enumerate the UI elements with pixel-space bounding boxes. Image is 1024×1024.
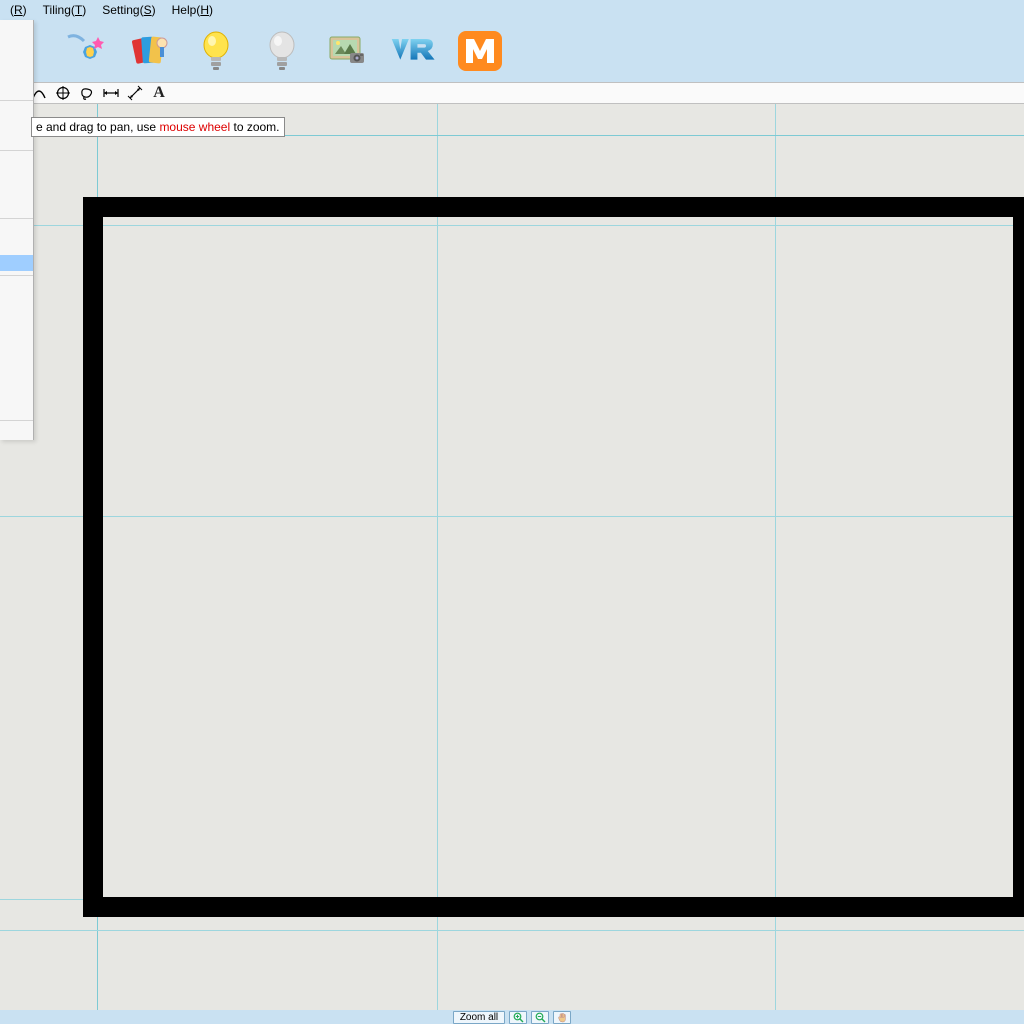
- m-logo-icon: [456, 29, 504, 73]
- vr-button[interactable]: [390, 27, 438, 75]
- shapes-toolbar: A: [0, 82, 1024, 104]
- zoom-out-button[interactable]: [531, 1011, 549, 1024]
- dimension-horizontal-icon: [102, 87, 120, 99]
- text-tool-button[interactable]: A: [150, 84, 168, 102]
- status-bar: Zoom all: [0, 1010, 1024, 1024]
- hint-prefix: e and drag to pan, use: [36, 120, 159, 134]
- grid-line-h: [0, 930, 1024, 931]
- magic-wand-button[interactable]: [60, 27, 108, 75]
- main-toolbar: [0, 20, 1024, 82]
- hand-icon: [557, 1012, 568, 1023]
- lasso-tool-button[interactable]: [78, 84, 96, 102]
- magic-wand-icon: [62, 31, 106, 71]
- menu-setting[interactable]: Setting(S): [94, 1, 163, 19]
- panel-divider: [0, 218, 33, 219]
- menu-help[interactable]: Help(H): [164, 1, 221, 19]
- dimension-h-button[interactable]: [102, 84, 120, 102]
- dimension-diag-button[interactable]: [126, 84, 144, 102]
- panel-divider: [0, 100, 33, 101]
- artboard-rectangle[interactable]: [83, 197, 1024, 917]
- vr-icon: [390, 31, 438, 71]
- panel-divider: [0, 150, 33, 151]
- circle-crosshair-button[interactable]: [54, 84, 72, 102]
- panel-divider: [0, 275, 33, 276]
- dimension-diagonal-icon: [127, 85, 143, 101]
- photo-frame-icon: [326, 31, 370, 71]
- lightbulb-yellow-icon: [196, 29, 236, 73]
- render-image-button[interactable]: [324, 27, 372, 75]
- palette-icon: [128, 31, 172, 71]
- lightbulb-grey-icon: [262, 29, 302, 73]
- menu-tiling[interactable]: Tiling(T): [35, 1, 95, 19]
- menu-r[interactable]: (R): [2, 1, 35, 19]
- zoom-in-button[interactable]: [509, 1011, 527, 1024]
- hint-highlight: mouse wheel: [159, 120, 230, 134]
- hint-tooltip: e and drag to pan, use mouse wheel to zo…: [31, 117, 285, 137]
- circle-crosshair-icon: [55, 85, 71, 101]
- menu-bar: (R) Tiling(T) Setting(S) Help(H): [0, 0, 1024, 20]
- lightbulb-on-button[interactable]: [192, 27, 240, 75]
- lightbulb-off-button[interactable]: [258, 27, 306, 75]
- hint-suffix: to zoom.: [230, 120, 279, 134]
- m-logo-button[interactable]: [456, 27, 504, 75]
- side-panel[interactable]: [0, 20, 34, 440]
- zoom-all-button[interactable]: Zoom all: [453, 1011, 505, 1024]
- pan-hand-button[interactable]: [553, 1011, 571, 1024]
- text-tool-icon: A: [153, 84, 165, 102]
- panel-divider: [0, 420, 33, 421]
- canvas-area[interactable]: [0, 104, 1024, 1010]
- zoom-in-icon: [513, 1012, 524, 1023]
- zoom-out-icon: [535, 1012, 546, 1023]
- lasso-tool-icon: [79, 86, 95, 100]
- panel-selected-row[interactable]: [0, 255, 33, 271]
- palette-button[interactable]: [126, 27, 174, 75]
